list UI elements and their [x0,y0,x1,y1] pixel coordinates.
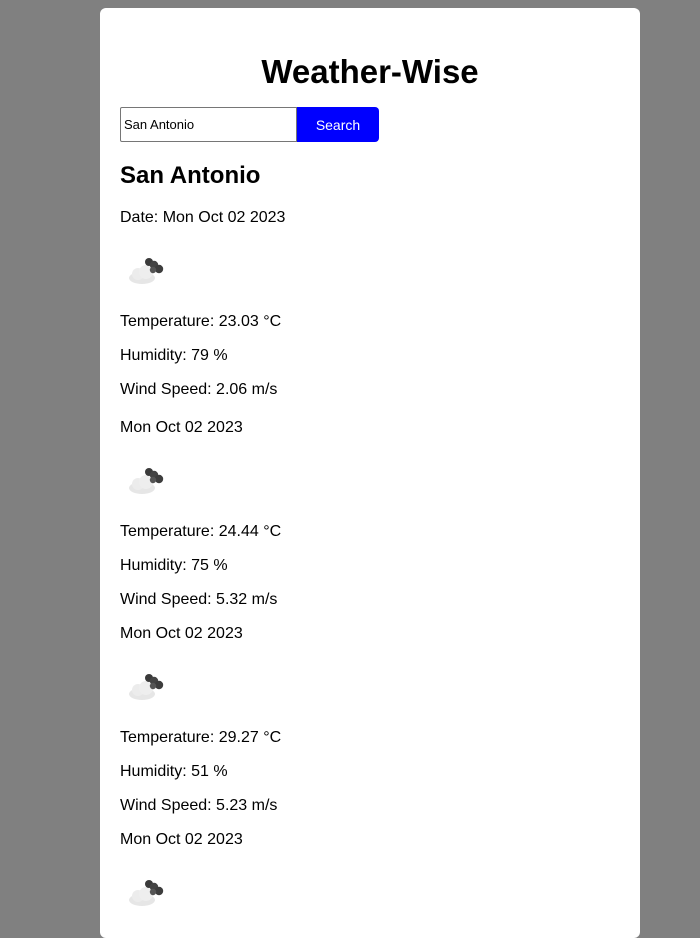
forecast-date: Mon Oct 02 2023 [120,831,243,848]
forecast-humidity: Humidity: 51 % [120,763,228,780]
current-date: Date: Mon Oct 02 2023 [120,209,286,226]
forecast-temperature: Temperature: 29.27 °C [120,729,282,746]
app-title: Weather-Wise [261,53,479,90]
search-button[interactable]: Search [297,107,379,142]
forecast-wind-speed: Wind Speed: 5.32 m/s [120,591,278,608]
current-humidity: Humidity: 79 % [120,347,228,364]
city-search-input[interactable] [120,107,297,142]
forecast-temperature: Temperature: 24.44 °C [120,523,282,540]
forecast-humidity: Humidity: 75 % [120,557,228,574]
current-wind-speed: Wind Speed: 2.06 m/s [120,381,278,398]
forecast-date: Mon Oct 02 2023 [120,419,243,436]
weather-card: Weather-Wise Search San Antonio Date: Mo… [100,8,640,938]
forecast-wind-speed: Wind Speed: 5.23 m/s [120,797,278,814]
city-name: San Antonio [120,162,261,189]
cloud-night-icon [129,880,164,906]
cloud-night-icon [129,468,164,494]
current-temperature: Temperature: 23.03 °C [120,313,282,330]
forecast-date: Mon Oct 02 2023 [120,625,243,642]
cloud-night-icon [129,674,164,700]
cloud-night-icon [129,258,164,284]
